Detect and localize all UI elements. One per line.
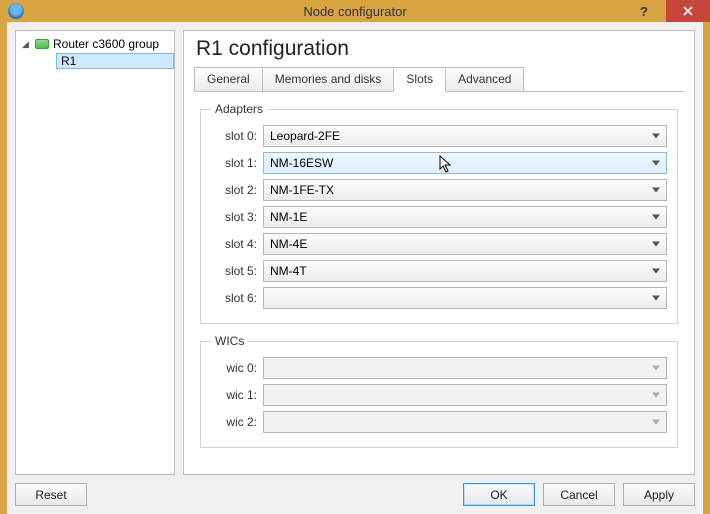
help-button[interactable]: ? <box>622 0 666 22</box>
tabstrip: General Memories and disks Slots Advance… <box>194 67 684 92</box>
label-wic0: wic 0: <box>211 361 257 375</box>
tree-node-label: R1 <box>61 54 76 68</box>
combo-slot4[interactable]: NM-4E <box>263 233 667 255</box>
expander-icon[interactable]: ◢ <box>22 40 31 49</box>
row-slot5: slot 5: NM-4T <box>211 259 667 283</box>
combo-slot4-value: NM-4E <box>270 237 307 251</box>
row-slot2: slot 2: NM-1FE-TX <box>211 178 667 202</box>
tab-body-slots: Adapters slot 0: Leopard-2FE slot 1: <box>194 92 684 464</box>
tab-slots[interactable]: Slots <box>393 67 446 92</box>
chevron-down-icon <box>652 420 660 425</box>
ok-button[interactable]: OK <box>463 483 535 506</box>
label-wic2: wic 2: <box>211 415 257 429</box>
label-slot5: slot 5: <box>211 264 257 278</box>
chevron-down-icon <box>652 242 660 247</box>
tree-node-r1[interactable]: R1 <box>56 53 174 69</box>
tab-memories[interactable]: Memories and disks <box>262 67 395 91</box>
adapters-legend: Adapters <box>211 102 267 116</box>
chevron-down-icon <box>652 215 660 220</box>
config-panel: R1 configuration General Memories and di… <box>183 30 695 475</box>
combo-slot5[interactable]: NM-4T <box>263 260 667 282</box>
client-area: ◢ Router c3600 group R1 R1 configuration… <box>7 22 703 514</box>
combo-wic0 <box>263 357 667 379</box>
combo-slot1-value: NM-16ESW <box>270 156 333 170</box>
combo-slot6[interactable] <box>263 287 667 309</box>
label-slot6: slot 6: <box>211 291 257 305</box>
chevron-down-icon <box>652 134 660 139</box>
label-slot1: slot 1: <box>211 156 257 170</box>
adapters-group: Adapters slot 0: Leopard-2FE slot 1: <box>200 102 678 324</box>
main-row: ◢ Router c3600 group R1 R1 configuration… <box>15 30 695 475</box>
label-slot3: slot 3: <box>211 210 257 224</box>
combo-slot3[interactable]: NM-1E <box>263 206 667 228</box>
close-button[interactable] <box>666 0 710 22</box>
apply-button[interactable]: Apply <box>623 483 695 506</box>
title-controls: ? <box>622 0 710 22</box>
titlebar: Node configurator ? <box>0 0 710 22</box>
row-slot6: slot 6: <box>211 286 667 310</box>
reset-button[interactable]: Reset <box>15 483 87 506</box>
row-wic2: wic 2: <box>211 410 667 434</box>
wics-legend: WICs <box>211 334 248 348</box>
chevron-down-icon <box>652 366 660 371</box>
chevron-down-icon <box>652 296 660 301</box>
bottom-bar: Reset OK Cancel Apply <box>15 475 695 506</box>
chevron-down-icon <box>652 188 660 193</box>
chevron-down-icon <box>652 161 660 166</box>
router-group-icon <box>35 39 49 49</box>
row-slot4: slot 4: NM-4E <box>211 232 667 256</box>
wics-group: WICs wic 0: wic 1: <box>200 334 678 448</box>
close-icon <box>683 6 693 16</box>
app-icon <box>8 3 24 19</box>
combo-wic2 <box>263 411 667 433</box>
cancel-button[interactable]: Cancel <box>543 483 615 506</box>
combo-slot2-value: NM-1FE-TX <box>270 183 334 197</box>
combo-slot1[interactable]: NM-16ESW <box>263 152 667 174</box>
chevron-down-icon <box>652 269 660 274</box>
tab-general[interactable]: General <box>194 67 263 91</box>
label-slot2: slot 2: <box>211 183 257 197</box>
window-title: Node configurator <box>0 4 710 19</box>
row-wic1: wic 1: <box>211 383 667 407</box>
row-slot1: slot 1: NM-16ESW <box>211 151 667 175</box>
tree-group-label: Router c3600 group <box>53 37 159 51</box>
row-slot0: slot 0: Leopard-2FE <box>211 124 667 148</box>
tree-group-row[interactable]: ◢ Router c3600 group <box>18 35 172 53</box>
ok-cancel-apply-group: OK Cancel Apply <box>463 483 695 506</box>
label-slot4: slot 4: <box>211 237 257 251</box>
combo-slot0-value: Leopard-2FE <box>270 129 340 143</box>
label-wic1: wic 1: <box>211 388 257 402</box>
combo-wic1 <box>263 384 667 406</box>
page-title: R1 configuration <box>196 37 684 61</box>
row-slot3: slot 3: NM-1E <box>211 205 667 229</box>
tree-panel[interactable]: ◢ Router c3600 group R1 <box>15 30 175 475</box>
window-root: Node configurator ? ◢ Router c3600 group… <box>0 0 710 506</box>
row-wic0: wic 0: <box>211 356 667 380</box>
label-slot0: slot 0: <box>211 129 257 143</box>
chevron-down-icon <box>652 393 660 398</box>
tab-advanced[interactable]: Advanced <box>445 67 524 91</box>
combo-slot0[interactable]: Leopard-2FE <box>263 125 667 147</box>
combo-slot3-value: NM-1E <box>270 210 307 224</box>
combo-slot2[interactable]: NM-1FE-TX <box>263 179 667 201</box>
combo-slot5-value: NM-4T <box>270 264 307 278</box>
